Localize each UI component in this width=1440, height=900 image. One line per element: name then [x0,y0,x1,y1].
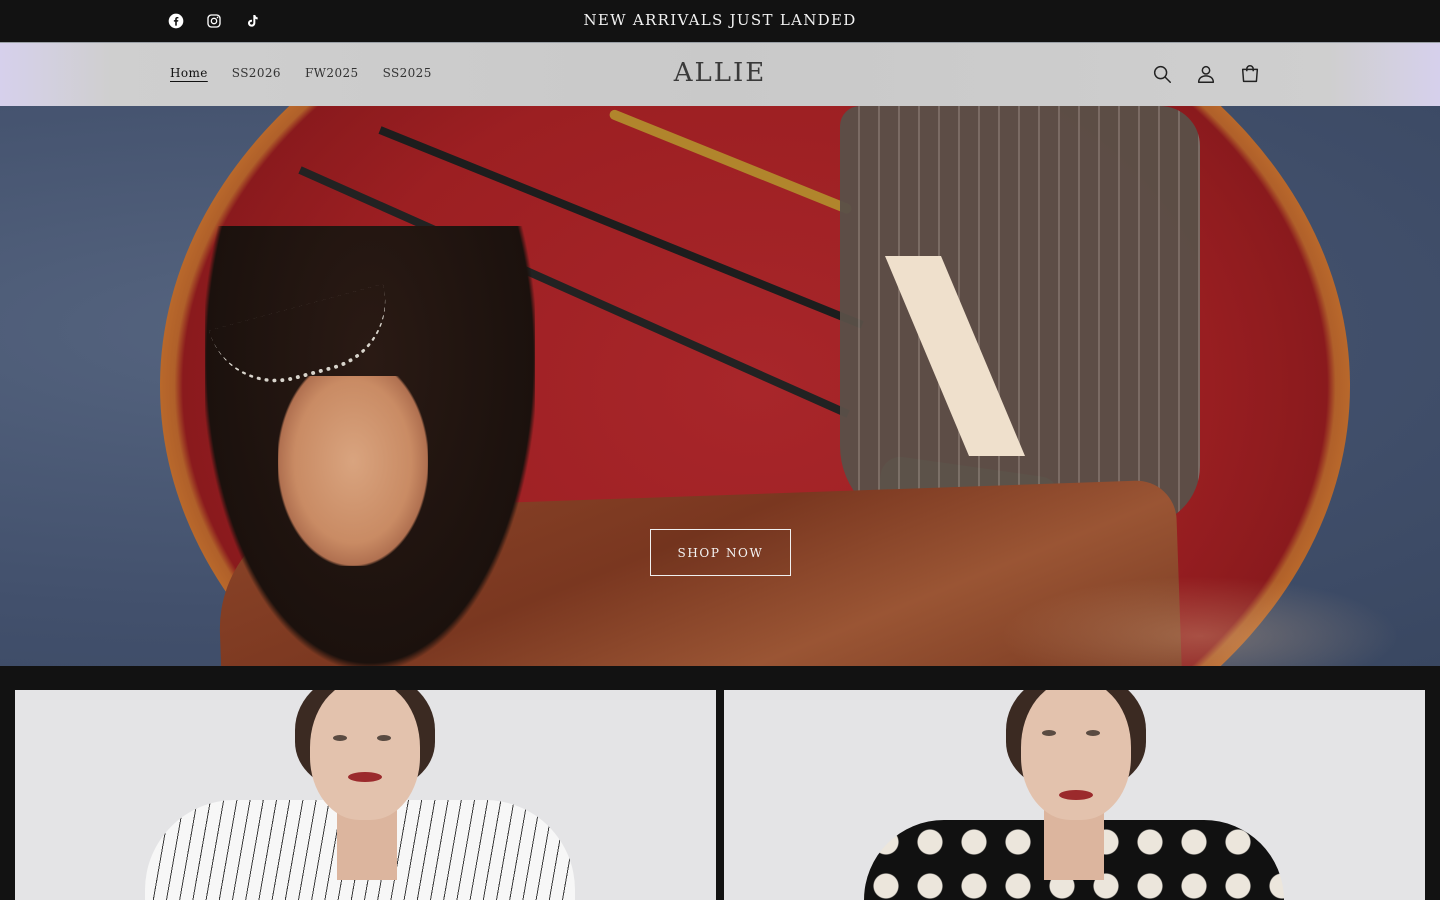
site-header: Home SS2026 FW2025 SS2025 ALLIE [0,42,1440,106]
hero-banner: SHOP NOW [0,106,1440,666]
product-card[interactable] [724,690,1425,900]
product-card[interactable] [15,690,716,900]
hero-light [1000,576,1400,666]
search-icon[interactable] [1150,62,1174,86]
product-image-face [1021,690,1131,820]
product-image-eye [333,735,347,741]
shop-now-button[interactable]: SHOP NOW [650,529,791,576]
hero-figure-face [278,376,428,566]
product-image-lips [1059,790,1093,800]
product-image-neck [337,810,397,880]
collection-grid [0,666,1440,900]
announcement-text: NEW ARRIVALS JUST LANDED [583,11,857,29]
product-image-eye [377,735,391,741]
product-image-lips [348,772,382,782]
announcement-bar: NEW ARRIVALS JUST LANDED [0,0,1440,42]
header-actions [1150,62,1262,86]
cart-icon[interactable] [1238,62,1262,86]
product-image-eye [1086,730,1100,736]
product-image-neck [1044,810,1104,880]
hero-figure-jacket [840,106,1200,526]
product-image-eye [1042,730,1056,736]
product-image-face [310,690,420,820]
account-icon[interactable] [1194,62,1218,86]
